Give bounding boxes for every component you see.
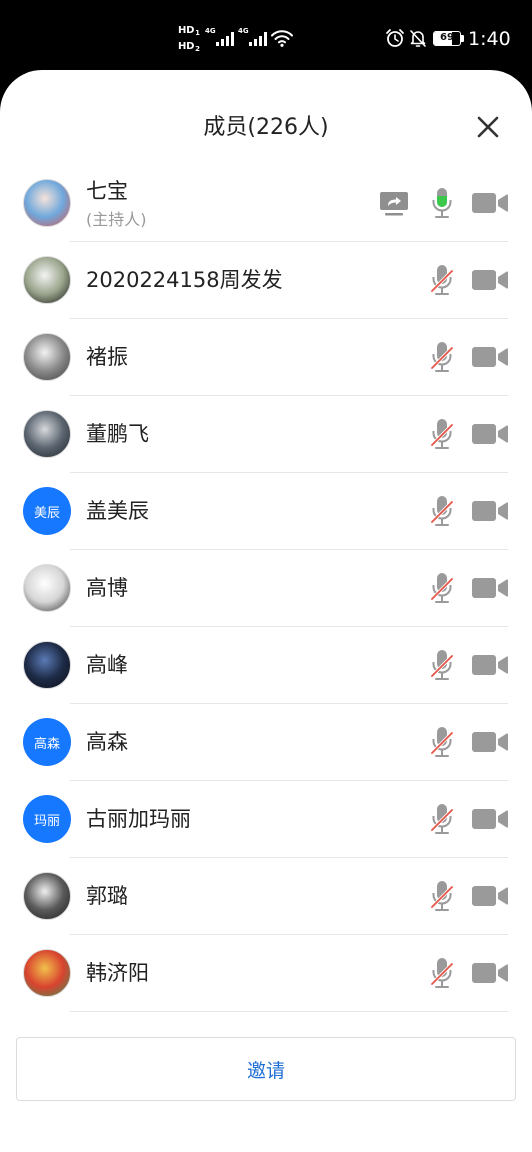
video-camera-icon[interactable] — [472, 346, 508, 368]
member-row[interactable]: 高峰 — [0, 627, 532, 704]
video-camera-icon[interactable] — [472, 962, 508, 984]
mic-muted-icon[interactable] — [431, 726, 453, 758]
mic-muted-icon[interactable] — [431, 418, 453, 450]
member-row[interactable]: 褚振 — [0, 319, 532, 396]
avatar-initials: 美辰 — [33, 505, 60, 521]
cellular-signal-icon: 4G — [238, 27, 269, 47]
mic-muted-icon[interactable] — [431, 341, 453, 373]
video-camera-icon[interactable] — [472, 885, 508, 907]
member-name: 高博 — [86, 576, 128, 600]
screen: HD1 HD2 4G 4G 69 1:40 成员(226人) 七宝 (主持人) … — [0, 0, 532, 1152]
member-row[interactable]: 郭璐 — [0, 858, 532, 935]
member-name: 高森 — [86, 730, 128, 754]
member-name: 郭璐 — [86, 884, 128, 908]
network-type-label: 4G — [205, 27, 216, 35]
hd-voice-icon: HD1 — [178, 25, 200, 37]
hd-label: HD — [178, 25, 195, 36]
member-name: 2020224158周发发 — [86, 268, 283, 292]
invite-button[interactable]: 邀请 — [16, 1037, 516, 1101]
mic-muted-icon[interactable] — [431, 880, 453, 912]
mic-muted-icon[interactable] — [431, 264, 453, 296]
member-avatar — [23, 179, 71, 227]
notifications-muted-icon — [408, 28, 428, 48]
member-avatar — [23, 949, 71, 997]
member-name: 高峰 — [86, 653, 128, 677]
member-name: 盖美辰 — [86, 499, 149, 523]
member-row[interactable]: 美辰 盖美辰 — [0, 473, 532, 550]
members-panel: 成员(226人) 七宝 (主持人) 2020224158周发发 褚振董鹏飞美辰 盖美辰高… — [0, 70, 532, 1152]
screen-share-icon[interactable] — [380, 192, 408, 216]
cellular-signal-icon: 4G — [205, 27, 236, 47]
alarm-icon — [385, 28, 405, 48]
wifi-icon — [271, 29, 293, 47]
network-type-label: 4G — [238, 27, 249, 35]
video-camera-icon[interactable] — [472, 808, 508, 830]
mic-muted-icon[interactable] — [431, 495, 453, 527]
video-camera-icon[interactable] — [472, 577, 508, 599]
video-camera-icon[interactable] — [472, 192, 508, 214]
sim-number: 1 — [195, 29, 200, 37]
member-name: 韩济阳 — [86, 961, 149, 985]
member-avatar — [23, 333, 71, 381]
avatar-initials: 玛丽 — [33, 813, 60, 829]
member-row[interactable]: 韩济阳 — [0, 935, 532, 1012]
row-divider — [70, 1011, 508, 1012]
close-button[interactable] — [476, 115, 500, 139]
member-role: (主持人) — [86, 210, 147, 229]
panel-title: 成员(226人) — [203, 115, 329, 140]
mic-muted-icon[interactable] — [431, 957, 453, 989]
hd-label: HD — [178, 41, 195, 52]
member-name: 七宝 — [86, 179, 128, 203]
battery-level: 69 — [440, 32, 454, 43]
status-time: 1:40 — [468, 28, 511, 50]
member-avatar — [23, 872, 71, 920]
video-camera-icon[interactable] — [472, 731, 508, 753]
mic-icon[interactable] — [431, 187, 453, 219]
mic-muted-icon[interactable] — [431, 649, 453, 681]
member-row[interactable]: 董鹏飞 — [0, 396, 532, 473]
mic-muted-icon[interactable] — [431, 803, 453, 835]
mic-muted-icon[interactable] — [431, 572, 453, 604]
video-camera-icon[interactable] — [472, 500, 508, 522]
member-row[interactable]: 七宝 (主持人) — [0, 165, 532, 242]
member-row[interactable]: 高博 — [0, 550, 532, 627]
member-row[interactable]: 玛丽 古丽加玛丽 — [0, 781, 532, 858]
member-row[interactable]: 2020224158周发发 — [0, 242, 532, 319]
member-avatar — [23, 641, 71, 689]
member-name: 褚振 — [86, 345, 128, 369]
status-bar: HD1 HD2 4G 4G 69 1:40 — [0, 0, 532, 70]
avatar-initials: 高森 — [33, 736, 60, 752]
member-avatar — [23, 564, 71, 612]
member-avatar: 高森 — [23, 718, 71, 766]
member-list: 七宝 (主持人) 2020224158周发发 褚振董鹏飞美辰 盖美辰高博高峰高森 高森玛丽… — [0, 165, 532, 1012]
hd-voice-icon: HD2 — [178, 41, 200, 53]
video-camera-icon[interactable] — [472, 423, 508, 445]
member-avatar — [23, 256, 71, 304]
close-icon — [476, 115, 500, 139]
member-name: 董鹏飞 — [86, 422, 149, 446]
member-name: 古丽加玛丽 — [86, 807, 191, 831]
battery-terminal — [461, 35, 464, 42]
member-avatar: 玛丽 — [23, 795, 71, 843]
battery-icon: 69 — [433, 31, 461, 46]
member-avatar — [23, 410, 71, 458]
member-avatar: 美辰 — [23, 487, 71, 535]
sim-number: 2 — [195, 45, 200, 53]
member-row[interactable]: 高森 高森 — [0, 704, 532, 781]
video-camera-icon[interactable] — [472, 654, 508, 676]
video-camera-icon[interactable] — [472, 269, 508, 291]
